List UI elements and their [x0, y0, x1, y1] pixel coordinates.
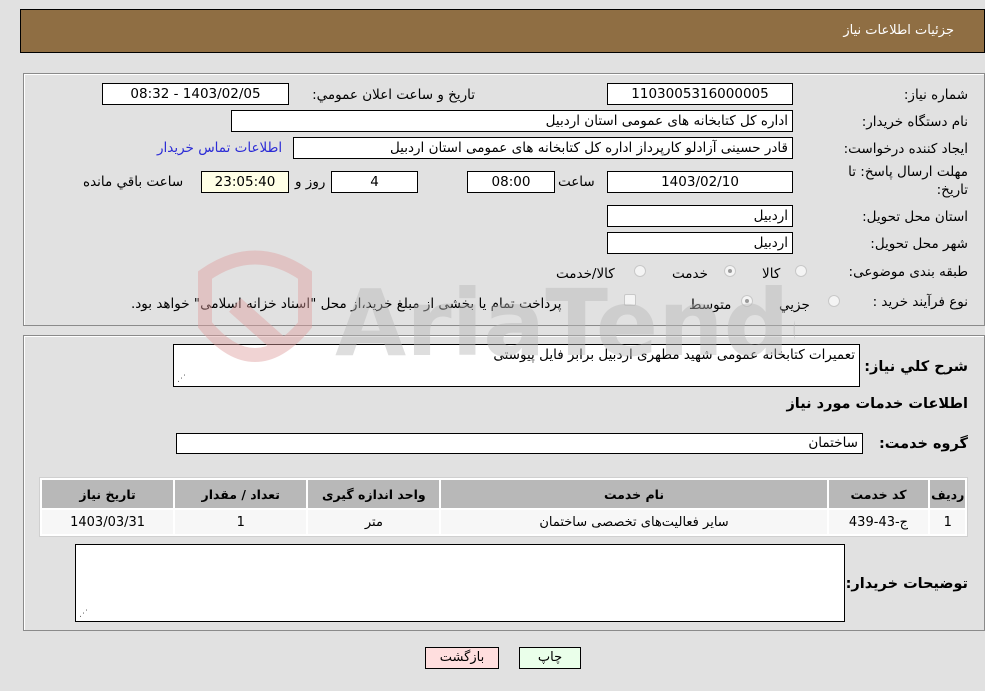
category-label: طبقه بندی موضوعی:	[848, 264, 968, 280]
buyer-notes-textarea[interactable]: ⋰	[75, 544, 845, 622]
cell-quantity: 1	[175, 510, 307, 534]
description-label: شرح کلي نياز:	[864, 359, 968, 375]
requester-field: قادر حسینی آزادلو کارپرداز اداره کل کتاب…	[293, 137, 793, 159]
time-remaining-label: ساعت باقي مانده	[83, 174, 184, 190]
services-table: ردیف کد خدمت نام خدمت واحد اندازه گیری ت…	[39, 477, 968, 537]
need-number-field: 1103005316000005	[607, 83, 793, 105]
col-unit: واحد اندازه گیری	[308, 480, 440, 508]
process-option-minor: جزيي	[779, 297, 810, 313]
process-radio-minor[interactable]	[828, 295, 840, 307]
category-option-goods: کالا	[762, 266, 781, 282]
table-row: 1 ج-43-439 سایر فعالیت‌های تخصصی ساختمان…	[42, 510, 965, 534]
buyer-contact-link[interactable]: اطلاعات تماس خریدار	[157, 140, 282, 156]
delivery-province-field: اردبیل	[607, 205, 793, 227]
table-header-row: ردیف کد خدمت نام خدمت واحد اندازه گیری ت…	[42, 480, 965, 508]
days-remaining-field: 4	[331, 171, 418, 193]
cell-row-number: 1	[930, 510, 965, 534]
purchase-process-label: نوع فرآیند خرید :	[872, 294, 968, 310]
cell-need-date: 1403/03/31	[42, 510, 174, 534]
col-row-number: ردیف	[930, 480, 965, 508]
process-radio-medium[interactable]	[741, 295, 753, 307]
back-button[interactable]: بازگشت	[425, 647, 499, 669]
cell-unit: متر	[308, 510, 440, 534]
delivery-province-label: استان محل تحویل:	[862, 209, 968, 225]
buyer-org-label: نام دستگاه خریدار:	[861, 114, 968, 130]
days-label: روز و	[295, 174, 326, 190]
treasury-checkbox-label: پرداخت تمام یا بخشی از مبلغ خرید،از محل …	[131, 296, 562, 312]
process-option-medium: متوسط	[689, 297, 732, 313]
category-radio-goods[interactable]	[795, 265, 807, 277]
requester-label: ایجاد کننده درخواست:	[843, 141, 968, 157]
buyer-notes-label: توضیحات خریدار:	[845, 576, 968, 592]
cell-service-name: سایر فعالیت‌های تخصصی ساختمان	[441, 510, 827, 534]
services-heading: اطلاعات خدمات مورد نياز	[786, 396, 968, 412]
deadline-label-date: تاریخ:	[936, 182, 968, 198]
category-radio-service[interactable]	[724, 265, 736, 277]
resize-grip-icon[interactable]: ⋰	[79, 609, 88, 619]
col-quantity: تعداد / مقدار	[175, 480, 307, 508]
announce-datetime-label: تاریخ و ساعت اعلان عمومي:	[312, 87, 475, 103]
need-number-label: شماره نیاز:	[903, 87, 968, 103]
category-radio-goods-service[interactable]	[634, 265, 646, 277]
category-option-goods-service: کالا/خدمت	[556, 266, 615, 282]
description-text: تعمیرات کتابخانه عمومی شهید مطهری اردبیل…	[493, 347, 855, 363]
page-title: جزئیات اطلاعات نیاز	[843, 23, 954, 38]
time-remaining-field: 23:05:40	[201, 171, 289, 193]
service-group-label: گروه خدمت:	[878, 436, 968, 452]
col-service-code: کد خدمت	[828, 480, 929, 508]
deadline-date-field: 1403/02/10	[607, 171, 793, 193]
page-header: جزئیات اطلاعات نیاز	[20, 9, 985, 53]
service-group-field: ساختمان	[176, 433, 863, 454]
cell-service-code: ج-43-439	[828, 510, 929, 534]
col-need-date: تاریخ نیاز	[42, 480, 174, 508]
resize-grip-icon[interactable]: ⋰	[177, 374, 186, 384]
col-service-name: نام خدمت	[441, 480, 827, 508]
deadline-time-label: ساعت	[558, 174, 595, 190]
buyer-org-field: اداره کل کتابخانه های عمومی استان اردبیل	[231, 110, 793, 132]
deadline-time-field: 08:00	[467, 171, 555, 193]
delivery-city-label: شهر محل تحویل:	[870, 236, 968, 252]
delivery-city-field: اردبیل	[607, 232, 793, 254]
announce-datetime-field: 1403/02/05 - 08:32	[102, 83, 289, 105]
treasury-checkbox[interactable]	[624, 294, 636, 306]
deadline-label: مهلت ارسال پاسخ: تا	[848, 164, 968, 180]
category-option-service: خدمت	[672, 266, 708, 282]
description-textarea[interactable]: تعمیرات کتابخانه عمومی شهید مطهری اردبیل…	[173, 344, 860, 387]
print-button[interactable]: چاپ	[519, 647, 581, 669]
